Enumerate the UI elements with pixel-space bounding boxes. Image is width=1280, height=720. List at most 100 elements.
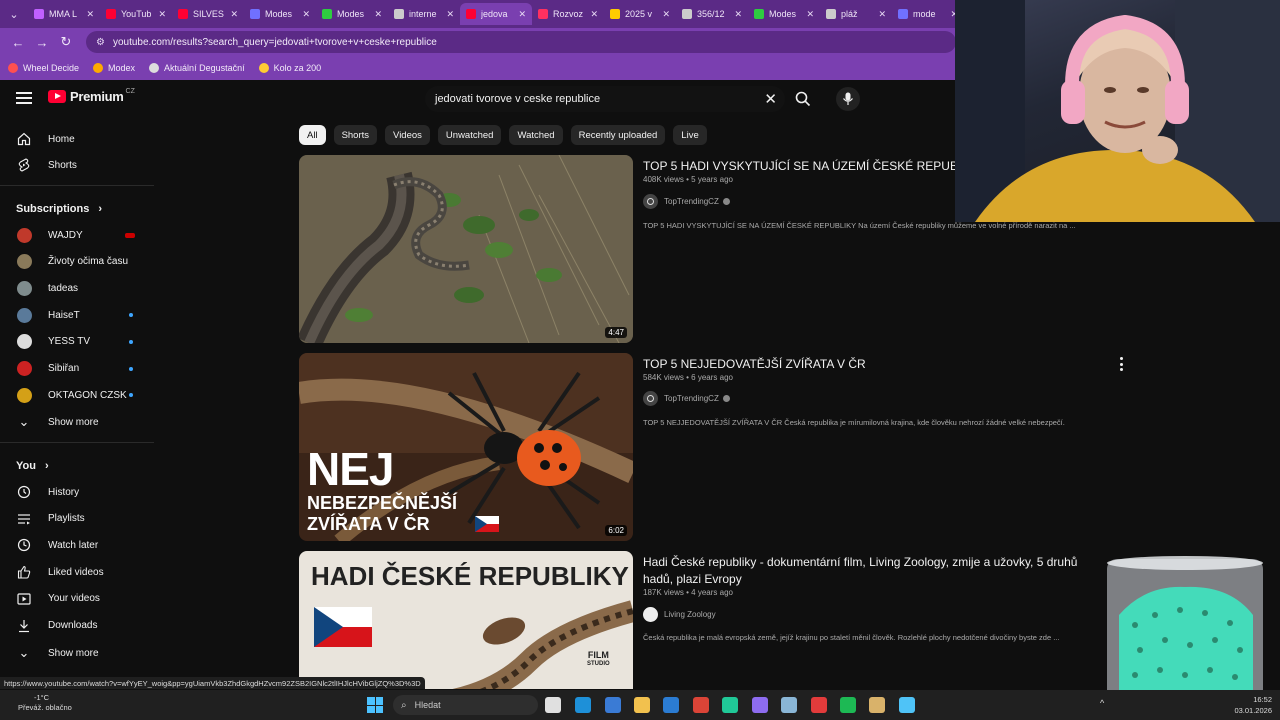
pen-icon[interactable] — [869, 697, 885, 713]
sidebar-item-watch-later[interactable]: Watch later — [0, 532, 154, 558]
subscription-item[interactable]: HaiseT — [0, 302, 154, 328]
browser-tab[interactable]: interne ✕ — [388, 3, 460, 25]
browser-tab[interactable]: Modes ✕ — [748, 3, 820, 25]
reload-icon[interactable]: ↻ — [56, 32, 76, 52]
browser-tab[interactable]: 2025 v ✕ — [604, 3, 676, 25]
sidebar-item-downloads[interactable]: Downloads — [0, 613, 154, 639]
bookmark-item[interactable]: Modex — [93, 63, 135, 73]
tab-close-icon[interactable]: ✕ — [734, 9, 742, 20]
voice-search-button[interactable] — [836, 87, 860, 111]
video-thumbnail[interactable]: NEJ NEBEZPEČNĚJŠÍ ZVÍŘATA V ČR 6:02 — [299, 353, 633, 541]
browser-tab[interactable]: Modes ✕ — [316, 3, 388, 25]
filter-chip[interactable]: Recently uploaded — [570, 125, 666, 145]
discord-icon[interactable] — [752, 697, 768, 713]
outlook-icon[interactable] — [663, 697, 679, 713]
search-button[interactable] — [792, 88, 814, 110]
sidebar-item-shorts[interactable]: Shorts — [0, 152, 154, 178]
weather-widget[interactable]: -1°C Převáž. oblačno — [18, 693, 72, 713]
taskbar-search[interactable]: ⌕ Hledat — [393, 695, 538, 715]
search-input[interactable]: jedovati tvorove v ceske republice ✕ — [425, 86, 785, 112]
bookmark-item[interactable]: Kolo za 200 — [258, 63, 321, 73]
browser-tab[interactable]: YouTub ✕ — [100, 3, 172, 25]
browser-tab[interactable]: mode✕ — [892, 3, 964, 25]
tab-close-icon[interactable]: ✕ — [518, 9, 526, 20]
video-title[interactable]: TOP 5 NEJJEDOVATĚJŠÍ ZVÍŘATA V ČR — [643, 356, 1103, 373]
channel-link[interactable]: TopTrendingCZ — [643, 194, 730, 209]
back-icon[interactable]: ← — [8, 32, 28, 52]
filter-chip[interactable]: Watched — [509, 125, 563, 145]
subscription-item[interactable]: WAJDY — [0, 222, 154, 248]
show-more-subscriptions[interactable]: ⌄ Show more — [0, 409, 154, 435]
video-duration: 4:47 — [605, 327, 627, 338]
browser-tab[interactable]: jedova ✕ — [460, 3, 532, 25]
filter-chip[interactable]: Videos — [385, 125, 430, 145]
you-heading[interactable]: You › — [16, 460, 49, 472]
bookmark-item[interactable]: Wheel Decide — [8, 63, 79, 73]
channel-link[interactable]: Living Zoology — [643, 607, 716, 622]
browser-tab[interactable]: Rozvoz ✕ — [532, 3, 604, 25]
subscription-item[interactable]: Sibiřan — [0, 356, 154, 382]
tab-close-icon[interactable]: ✕ — [590, 9, 598, 20]
sidebar-item-liked-videos[interactable]: Liked videos — [0, 559, 154, 585]
forward-icon[interactable]: → — [32, 32, 52, 52]
video-thumbnail[interactable]: 4:47 — [299, 155, 633, 343]
tab-list-icon[interactable]: ⌄ — [4, 4, 24, 24]
video-thumbnail[interactable]: HADI ČESKÉ REPUBLIKY FILM STUDIO — [299, 551, 633, 689]
chrome-icon[interactable] — [693, 697, 709, 713]
tab-close-icon[interactable]: ✕ — [374, 9, 382, 20]
video-title[interactable]: Hadi České republiky - dokumentární film… — [643, 554, 1103, 588]
tab-close-icon[interactable]: ✕ — [878, 9, 886, 20]
bookmark-item[interactable]: Aktuální Degustační — [149, 63, 245, 73]
filter-chip[interactable]: Shorts — [333, 125, 378, 145]
tab-close-icon[interactable]: ✕ — [86, 9, 94, 20]
url-field[interactable]: ⚙ youtube.com/results?search_query=jedov… — [86, 31, 956, 53]
tab-close-icon[interactable]: ✕ — [302, 9, 310, 20]
browser-tab[interactable]: pláž ✕ — [820, 3, 892, 25]
filter-chip[interactable]: Live — [673, 125, 707, 145]
subscription-item[interactable]: YESS TV — [0, 329, 154, 355]
browser-tab[interactable]: Modes ✕ — [244, 3, 316, 25]
more-options-icon[interactable] — [1119, 357, 1123, 371]
live-badge — [125, 232, 135, 238]
browser-tab[interactable]: 356/12 ✕ — [676, 3, 748, 25]
sidebar-item-home[interactable]: Home — [0, 126, 154, 152]
site-settings-icon[interactable]: ⚙ — [96, 37, 105, 48]
subscriptions-heading[interactable]: Subscriptions › — [16, 203, 102, 215]
channel-link[interactable]: TopTrendingCZ — [643, 391, 730, 406]
filter-chip[interactable]: Unwatched — [437, 125, 502, 145]
edge-icon[interactable] — [575, 697, 591, 713]
tab-close-icon[interactable]: ✕ — [230, 9, 238, 20]
subscription-item[interactable]: OKTAGON CZSK — [0, 382, 154, 408]
tab-close-icon[interactable]: ✕ — [806, 9, 814, 20]
sidebar-item-your-videos[interactable]: Your videos — [0, 586, 154, 612]
subscription-item[interactable]: Životy očima času — [0, 249, 154, 275]
explorer-icon[interactable] — [634, 697, 650, 713]
sidebar-item-history[interactable]: History — [0, 479, 154, 505]
show-more-you[interactable]: ⌄ Show more — [0, 640, 154, 666]
tab-close-icon[interactable]: ✕ — [446, 9, 454, 20]
video-description: TOP 5 HADI VYSKYTUJÍCÍ SE NA ÚZEMÍ ČESKÉ… — [643, 221, 1076, 230]
spotify-icon[interactable] — [840, 697, 856, 713]
browser-tab[interactable]: MMA L ✕ — [28, 3, 100, 25]
menu-icon[interactable] — [16, 92, 32, 104]
filter-chip[interactable]: All — [299, 125, 326, 145]
sidebar-divider — [0, 185, 154, 186]
subscription-label: HaiseT — [48, 309, 80, 321]
tab-close-icon[interactable]: ✕ — [158, 9, 166, 20]
system-clock[interactable]: 16:52 03.01.2026 — [1234, 694, 1272, 716]
new-content-dot — [129, 339, 133, 344]
steam-icon[interactable] — [781, 697, 797, 713]
windows-start-icon[interactable] — [367, 697, 383, 713]
opera-icon[interactable] — [811, 697, 827, 713]
tray-chevron-icon[interactable]: ^ — [1100, 698, 1104, 708]
tab-close-icon[interactable]: ✕ — [662, 9, 670, 20]
sidebar-item-playlists[interactable]: Playlists — [0, 506, 154, 532]
clear-search-icon[interactable]: ✕ — [764, 90, 777, 108]
subscription-item[interactable]: tadeas — [0, 275, 154, 301]
task-view-icon[interactable] — [545, 697, 561, 713]
app-icon[interactable] — [722, 697, 738, 713]
notes-icon[interactable] — [899, 697, 915, 713]
youtube-logo[interactable]: Premium CZ — [48, 88, 135, 104]
browser-tab[interactable]: SILVES ✕ — [172, 3, 244, 25]
store-icon[interactable] — [605, 697, 621, 713]
